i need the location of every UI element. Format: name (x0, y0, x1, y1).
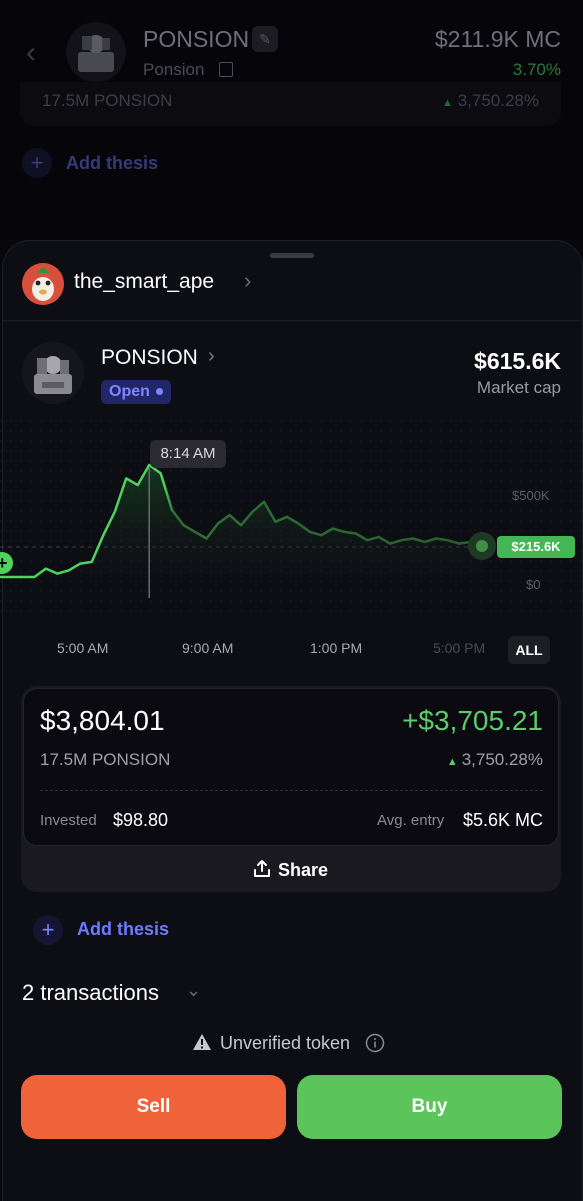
up-triangle-icon: ▲ (442, 97, 453, 109)
divider (2, 320, 581, 321)
chevron-right-icon[interactable]: › (244, 268, 251, 294)
y-axis-label-zero: $0 (526, 577, 541, 592)
position-value: $3,804.01 (40, 705, 165, 736)
chevron-right-icon[interactable]: › (208, 345, 215, 368)
chart-tooltip-time: 8:14 AM (150, 440, 226, 468)
add-thesis-button[interactable]: Add thesis (77, 919, 169, 940)
position-pnl-percent: ▲ 3,750.28% (447, 750, 543, 770)
token-name[interactable]: PONSION (101, 346, 198, 370)
token-avatar-background (66, 22, 126, 82)
position-gain-background: ▲ 3,750.28% (442, 91, 539, 111)
avg-entry-label: Avg. entry (377, 812, 445, 829)
edit-pencil-icon[interactable]: ✎ (252, 26, 278, 52)
change-pct-background: 3.70% (512, 60, 561, 79)
buy-marker-plus: + (0, 553, 8, 573)
back-chevron-icon[interactable]: ‹ (26, 38, 36, 68)
token-image-icon (78, 35, 114, 72)
invested-label: Invested (40, 812, 97, 829)
status-badge: Open (101, 380, 171, 404)
current-price-pill: $215.6K (497, 536, 575, 558)
dashed-divider (40, 790, 543, 791)
token-name-background: PONSION (143, 26, 250, 52)
user-avatar[interactable] (22, 263, 64, 305)
range-all-button[interactable]: ALL (508, 636, 550, 664)
position-pnl: +$3,705.21 (402, 705, 543, 736)
token-ticker-background: Ponsion (143, 60, 205, 79)
share-icon (254, 860, 270, 877)
add-thesis-background[interactable]: Add thesis (66, 153, 158, 174)
y-axis-label-high: $500K (512, 488, 550, 503)
x-axis-label: 5:00 PM (433, 640, 486, 656)
copy-icon[interactable] (219, 62, 233, 77)
invested-value: $98.80 (113, 810, 169, 830)
position-amount-background: 17.5M PONSION (42, 91, 173, 110)
chevron-down-icon[interactable]: ⌄ (186, 980, 201, 1001)
ape-avatar-icon (22, 263, 64, 305)
status-dot-icon (155, 388, 163, 396)
x-axis-label: 1:00 PM (310, 640, 363, 656)
status-label: Open (109, 383, 150, 400)
token-avatar (22, 342, 84, 404)
up-triangle-icon: ▲ (446, 756, 458, 768)
add-thesis-plus-icon[interactable]: + (22, 148, 52, 178)
x-axis-label: 9:00 AM (182, 640, 234, 656)
avg-entry-value: $5.6K MC (462, 810, 543, 830)
token-image-icon (22, 342, 84, 404)
pnl-pct-value: 3,750.28% (461, 750, 543, 769)
position-amount: 17.5M PONSION (40, 750, 171, 769)
market-cap-label: Market cap (476, 378, 561, 397)
price-chart[interactable]: + (0, 420, 583, 620)
sheet-drag-handle[interactable] (270, 253, 314, 258)
current-point-dot (476, 539, 488, 552)
unverified-label: Unverified token (220, 1033, 351, 1053)
buy-button[interactable]: Buy (297, 1075, 562, 1139)
sell-button[interactable]: Sell (21, 1075, 286, 1139)
market-cap-background: $211.9K MC (434, 26, 561, 52)
x-axis-label: 5:00 AM (57, 640, 109, 656)
unverified-token-notice[interactable]: Unverified token (192, 1033, 385, 1054)
username[interactable]: the_smart_ape (74, 270, 214, 294)
share-button[interactable]: Share (252, 859, 328, 881)
share-label: Share (278, 860, 329, 880)
warning-icon (193, 1034, 211, 1050)
add-thesis-plus-icon[interactable]: + (33, 915, 63, 945)
transactions-toggle[interactable]: 2 transactions (22, 980, 159, 1006)
info-icon[interactable] (365, 1033, 385, 1053)
position-gain-value: 3,750.28% (457, 91, 539, 110)
market-cap-value: $615.6K (474, 348, 561, 374)
